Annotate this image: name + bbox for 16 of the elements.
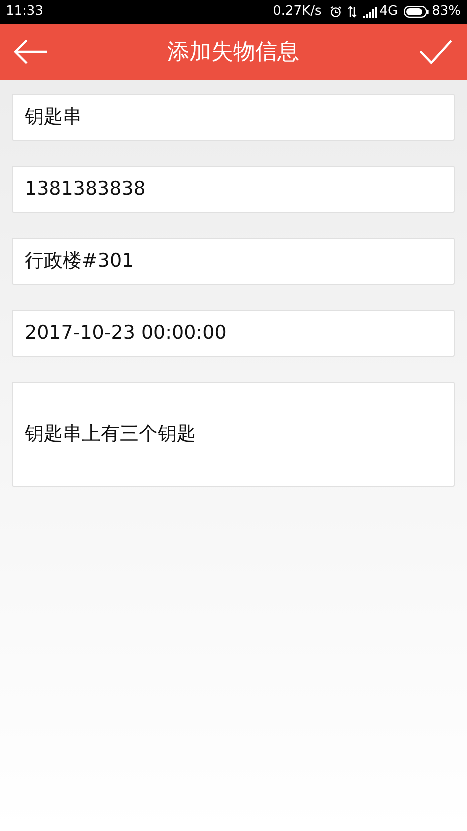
battery-percent: 83% — [432, 3, 461, 22]
status-time: 11:33 — [6, 3, 44, 22]
back-arrow-icon[interactable] — [14, 39, 48, 65]
input-field[interactable]: 行政楼#301 — [12, 238, 455, 285]
checkmark-icon[interactable] — [419, 39, 453, 65]
network-type: 4G — [380, 3, 398, 22]
alarm-icon — [330, 6, 342, 18]
signal-icon — [362, 6, 377, 18]
input-field[interactable]: 2017-10-23 00:00:00 — [12, 310, 455, 357]
page-title: 添加失物信息 — [168, 38, 300, 66]
input-field[interactable]: 钥匙串 — [12, 94, 455, 141]
data-transfer-icon — [348, 6, 357, 18]
input-field[interactable]: 1381383838 — [12, 166, 455, 213]
description-field[interactable]: 钥匙串上有三个钥匙 — [12, 382, 455, 487]
battery-icon — [404, 6, 430, 18]
network-speed: 0.27K/s — [273, 3, 322, 22]
